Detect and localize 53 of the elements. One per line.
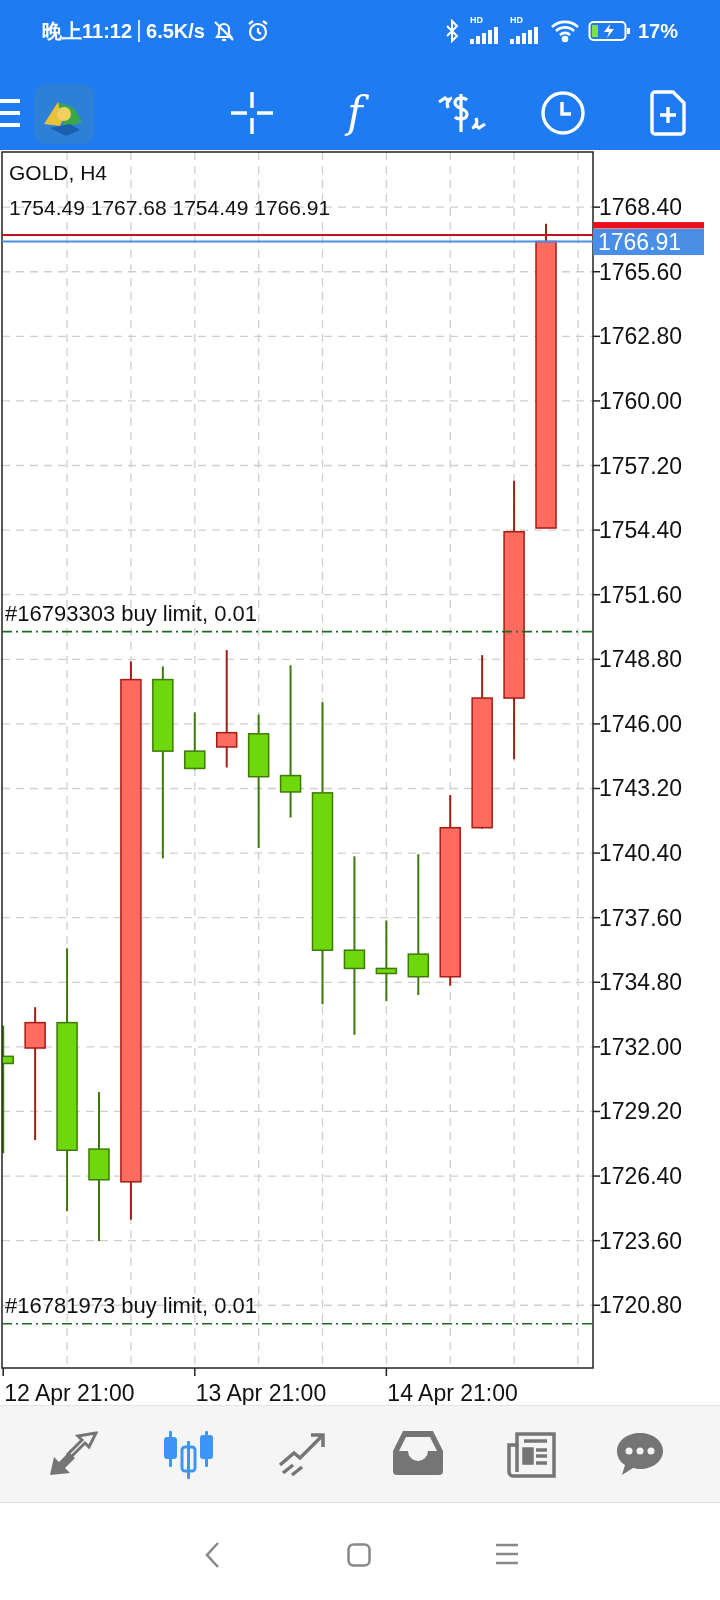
menu-icon[interactable] [495,1543,519,1565]
price-axis-label: 1746.00 [599,710,683,737]
price-axis-label: 1743.20 [599,775,683,802]
price-axis-label: 1726.40 [599,1163,683,1190]
price-axis-label: 1748.80 [599,646,683,673]
candlestick-icon[interactable] [163,1431,215,1479]
candlestick [184,711,206,771]
symbol-label: GOLD, H4 [9,160,108,186]
order-label: #16781973 buy limit, 0.01 [5,1292,257,1319]
wifi-icon [549,19,580,43]
price-axis-label: 1754.40 [599,517,683,544]
time-axis-label: 12 Apr 21:00 [4,1380,135,1406]
price-axis-label: 1760.00 [599,387,683,414]
bid-price-label: 1766.91 [593,228,704,255]
time-axis-label: 13 Apr 21:00 [195,1380,327,1406]
time-axis-label: 14 Apr 21:00 [387,1380,518,1406]
clock-icon[interactable] [540,90,586,136]
price-axis-label: 1732.00 [599,1033,683,1060]
price-axis-label: 1737.60 [599,904,683,931]
back-icon[interactable] [204,1541,220,1569]
newspaper-icon[interactable] [507,1431,557,1479]
network-speed: 6.5K/s [146,19,205,44]
signal-icon [509,27,540,44]
indicators-button[interactable]: f [340,90,370,136]
price-axis-label: 1762.80 [599,323,683,350]
price-axis-label: 1740.40 [599,840,683,867]
order-label: #16793303 buy limit, 0.01 [5,600,257,627]
price-axis-label: 1729.20 [599,1098,683,1125]
bluetooth-icon [443,19,460,43]
battery-level: 17% [637,19,678,44]
price-axis-label: 1768.40 [599,194,683,221]
chat-bubble-icon[interactable] [615,1431,665,1477]
battery-charging-icon [587,20,632,42]
inbox-tray-icon[interactable] [393,1431,443,1475]
signal-icon [469,27,500,44]
network-type-label: HD [509,15,523,25]
price-axis-label: 1723.60 [599,1227,683,1254]
divider [138,20,141,42]
double-arrow-icon[interactable] [48,1431,98,1477]
price-axis-label: 1751.60 [599,581,683,608]
home-icon[interactable] [347,1543,371,1567]
new-document-icon[interactable] [649,90,687,136]
ohlc-values: 1754.49 1767.68 1754.49 1766.91 [9,195,331,221]
price-axis-label: 1734.80 [599,969,683,996]
menu-icon[interactable] [0,98,20,128]
price-axis-label: 1765.60 [599,258,683,285]
crosshair-icon[interactable] [229,90,275,136]
clock-time: 晚上11:12 [42,19,133,44]
price-axis-label: 1720.80 [599,1292,683,1319]
trend-arrow-icon[interactable] [277,1431,327,1477]
price-axis-label: 1757.20 [599,452,683,479]
network-type-label: HD [469,15,483,25]
app-logo-icon[interactable] [34,84,94,144]
